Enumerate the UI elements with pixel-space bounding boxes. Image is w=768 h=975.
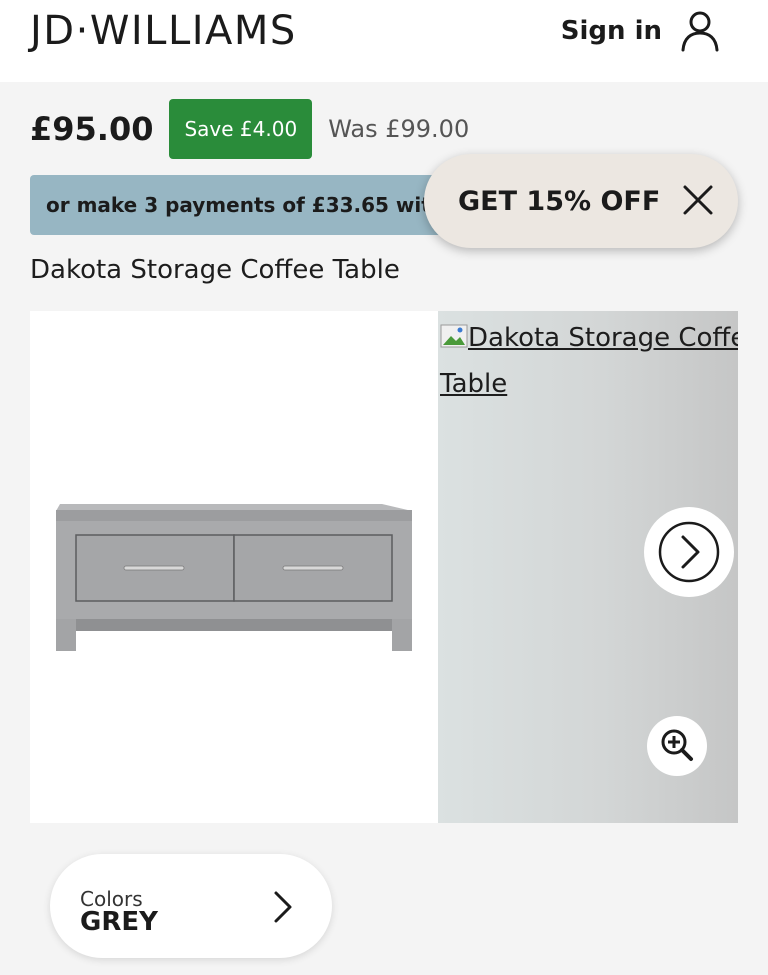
save-badge: Save £4.00 [169, 99, 313, 159]
broken-image-icon [440, 317, 468, 348]
zoom-in-icon [661, 729, 693, 761]
selected-color: GREY [80, 907, 158, 937]
promo-label: GET 15% OFF [458, 185, 661, 217]
product-title: Dakota Storage Coffee Table [30, 255, 400, 285]
site-header: JD·WILLIAMS Sign in [0, 0, 768, 82]
was-price: Was £99.00 [328, 115, 470, 143]
user-icon [680, 10, 720, 52]
current-price: £95.00 [30, 110, 154, 148]
promo-discount-button[interactable]: GET 15% OFF [424, 154, 738, 248]
payments-banner[interactable]: or make 3 payments of £33.65 with [30, 175, 490, 235]
color-selector-button[interactable]: Colors GREY [50, 854, 332, 958]
sign-in-label: Sign in [560, 16, 662, 46]
close-icon[interactable] [680, 182, 716, 218]
coffee-table-illustration [56, 504, 412, 651]
site-logo[interactable]: JD·WILLIAMS [30, 8, 297, 54]
product-image-alt-link[interactable]: Dakota Storage Coffee Table [440, 315, 738, 407]
chevron-right-icon [658, 521, 720, 583]
price-row: £95.00 Save £4.00 Was £99.00 [30, 98, 469, 160]
next-image-button[interactable] [644, 507, 734, 597]
product-image[interactable] [30, 311, 438, 823]
chevron-right-icon [272, 890, 294, 924]
zoom-button[interactable] [647, 716, 707, 776]
payments-text: or make 3 payments of £33.65 with [46, 193, 446, 217]
sign-in-button[interactable]: Sign in [561, 10, 720, 52]
product-image-alt-text: Dakota Storage Coffee Table [440, 323, 738, 399]
